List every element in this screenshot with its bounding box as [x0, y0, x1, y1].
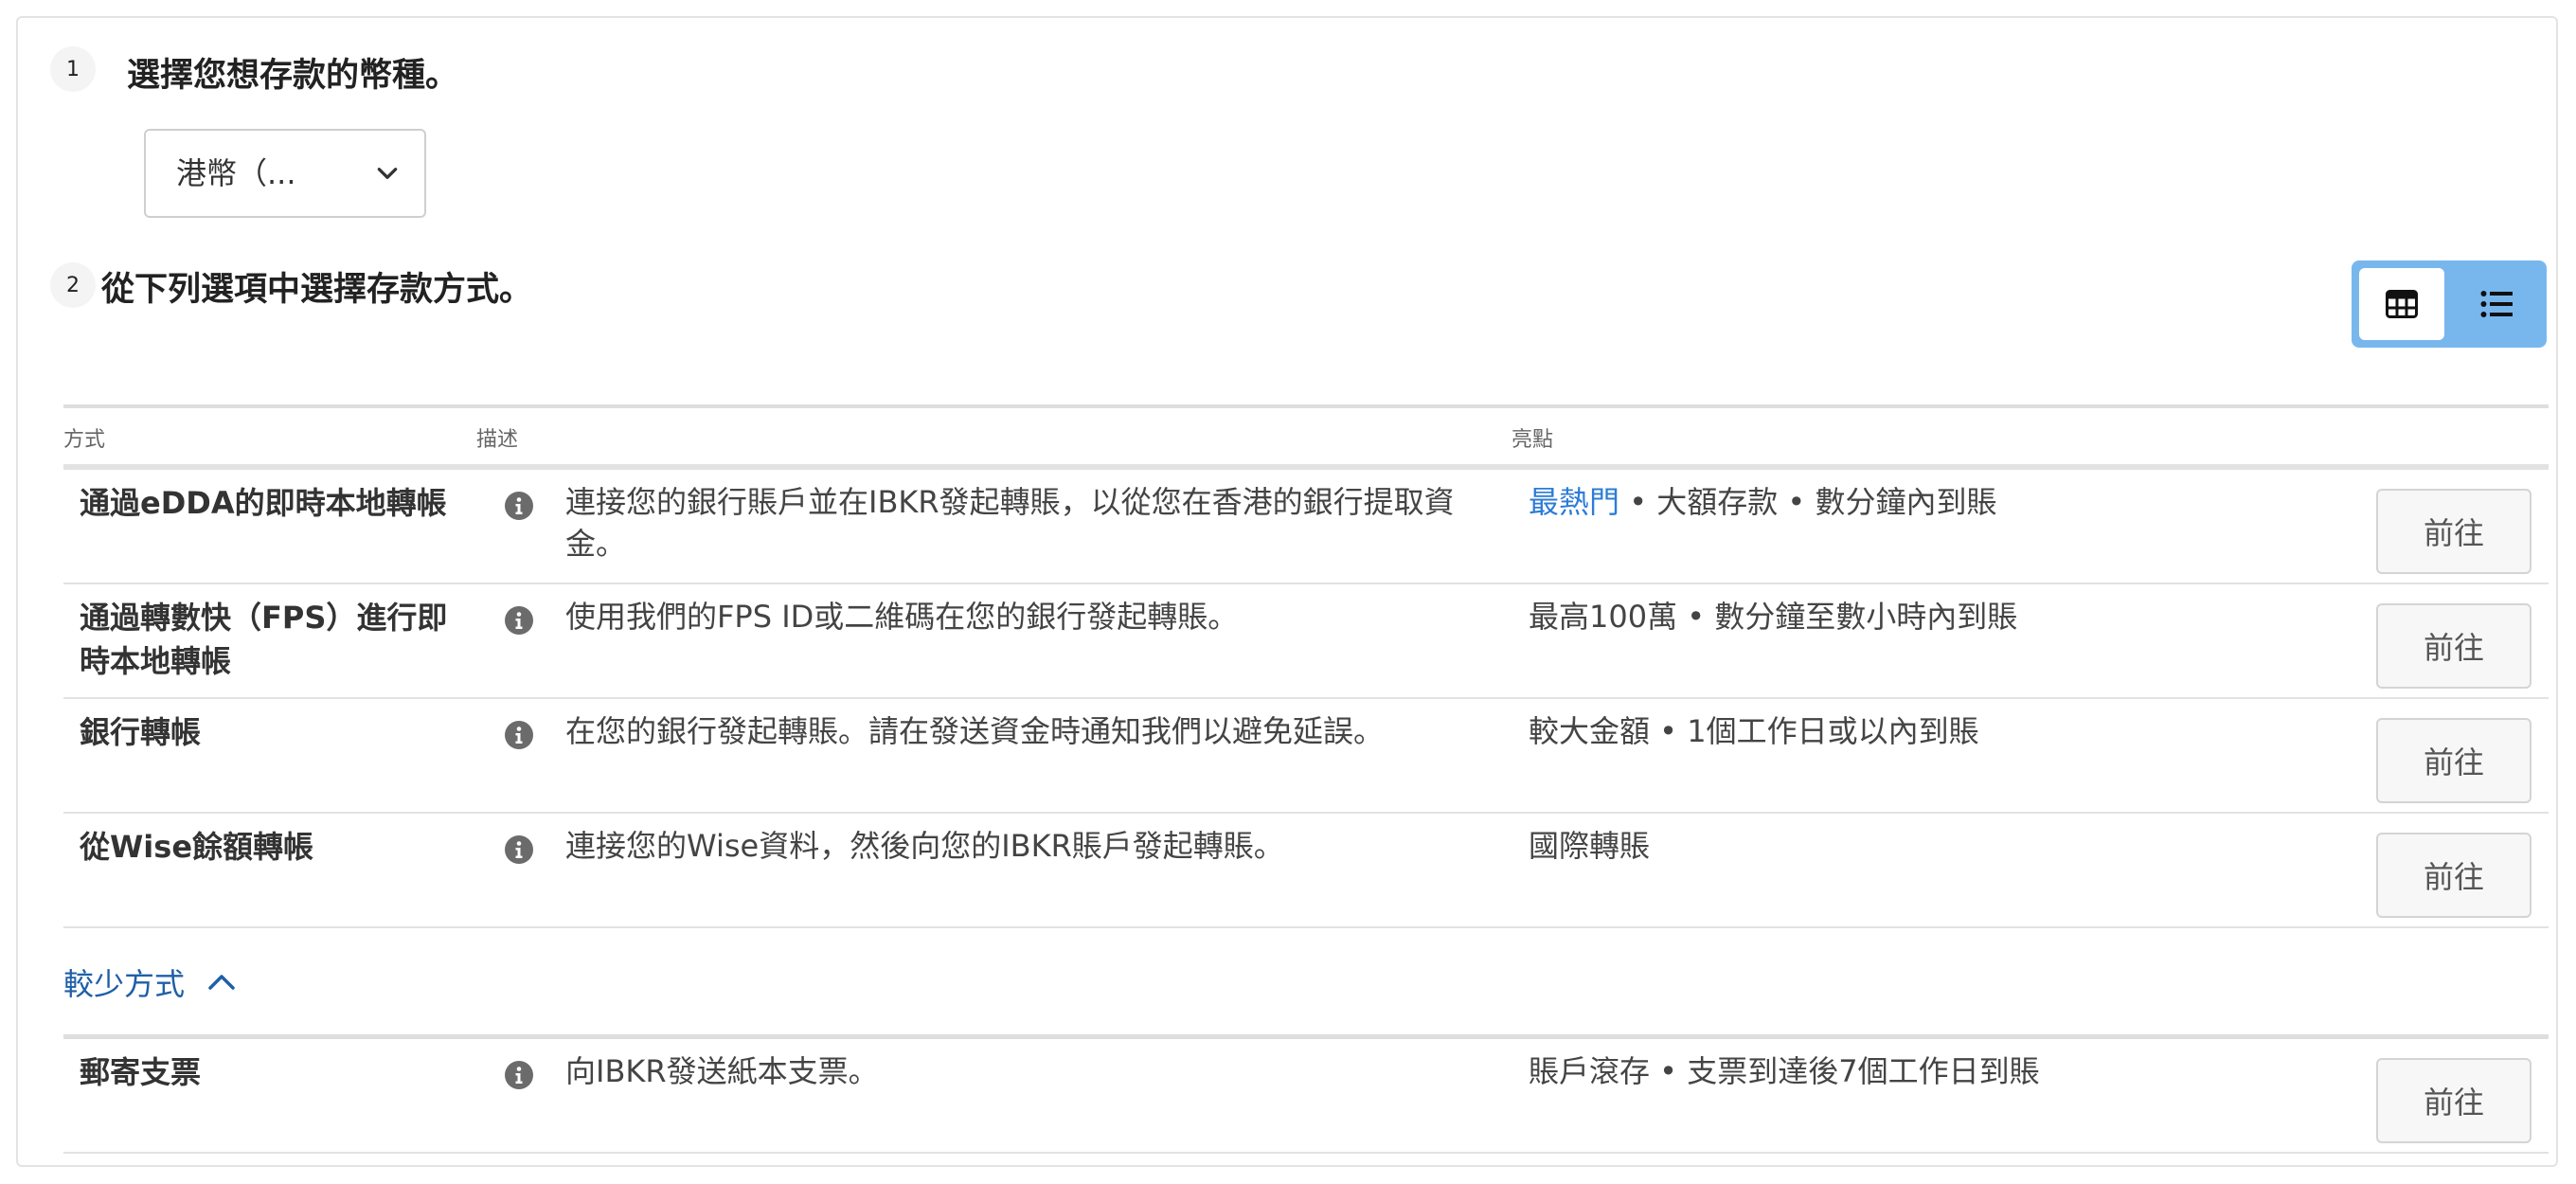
info-icon[interactable]	[504, 834, 534, 865]
method-description: 向IBKR發送紙本支票。	[565, 1053, 879, 1089]
method-highlights: 較大金額 • 1個工作日或以內到賬	[1529, 713, 1979, 749]
method-name: 通過eDDA的即時本地轉帳	[80, 485, 447, 521]
currency-select[interactable]: 港幣（...	[144, 129, 426, 218]
method-highlights: 最熱門 • 大額存款 • 數分鐘內到賬	[1529, 481, 2381, 523]
popular-tag: 最熱門	[1529, 484, 1620, 520]
list-view-icon	[2480, 291, 2513, 317]
method-name: 通過轉數快（FPS）進行即時本地轉帳	[80, 600, 448, 679]
method-description: 連接您的Wise資料，然後向您的IBKR賬戶發起轉賬。	[565, 828, 1284, 864]
method-name: 從Wise餘額轉帳	[80, 829, 314, 865]
fewer-methods-label: 較少方式	[63, 966, 186, 1002]
chevron-down-icon	[377, 168, 398, 179]
step-1-badge: 1	[50, 46, 96, 92]
go-button[interactable]: 前往	[2376, 833, 2531, 918]
method-name: 銀行轉帳	[80, 714, 202, 750]
go-button[interactable]: 前往	[2376, 489, 2531, 574]
currency-select-value: 港幣（...	[176, 155, 296, 191]
deposit-panel: 1 選擇您想存款的幣種。 港幣（... 2 從下列選項中選擇存款方式。 方式 描…	[16, 16, 2558, 1167]
info-icon[interactable]	[504, 605, 534, 636]
go-button[interactable]: 前往	[2376, 603, 2531, 689]
method-highlights: 賬戶滾存 • 支票到達後7個工作日到賬	[1529, 1053, 2040, 1089]
info-icon[interactable]	[504, 491, 534, 521]
method-description: 在您的銀行發起轉賬。請在發送資金時通知我們以避免延誤。	[565, 713, 1385, 749]
step-2-badge: 2	[50, 262, 96, 308]
table-row: 通過eDDA的即時本地轉帳 連接您的銀行賬戶並在IBKR發起轉賬，以從您在香港的…	[63, 470, 2549, 584]
step-2-title: 從下列選項中選擇存款方式。	[101, 271, 533, 309]
view-toggle	[2352, 260, 2547, 348]
column-header-description: 描述	[476, 428, 519, 452]
table-row: 銀行轉帳 在您的銀行發起轉賬。請在發送資金時通知我們以避免延誤。 較大金額 • …	[63, 699, 2549, 814]
method-name: 郵寄支票	[80, 1054, 202, 1090]
go-button[interactable]: 前往	[2376, 718, 2531, 803]
method-description: 連接您的銀行賬戶並在IBKR發起轉賬，以從您在香港的銀行提取資金。	[565, 484, 1455, 562]
grid-view-button[interactable]	[2359, 268, 2444, 340]
highlights-text: • 大額存款 • 數分鐘內到賬	[1619, 484, 1997, 520]
step-1-title: 選擇您想存款的幣種。	[127, 57, 459, 95]
method-highlights: 最高100萬 • 數分鐘至數小時內到賬	[1529, 599, 2018, 635]
method-description: 使用我們的FPS ID或二維碼在您的銀行發起轉賬。	[565, 599, 1239, 635]
method-highlights: 國際轉賬	[1529, 828, 1651, 864]
fewer-methods-toggle[interactable]: 較少方式	[63, 960, 236, 1004]
info-icon[interactable]	[504, 720, 534, 750]
table-row: 從Wise餘額轉帳 連接您的Wise資料，然後向您的IBKR賬戶發起轉賬。 國際…	[63, 814, 2549, 928]
grid-view-icon	[2386, 290, 2418, 318]
table-row: 通過轉數快（FPS）進行即時本地轉帳 使用我們的FPS ID或二維碼在您的銀行發…	[63, 584, 2549, 699]
column-header-highlights: 亮點	[1512, 428, 1554, 452]
info-icon[interactable]	[504, 1060, 534, 1090]
chevron-up-icon	[208, 975, 235, 990]
list-view-button[interactable]	[2454, 268, 2539, 340]
table-top-border	[63, 404, 2549, 408]
go-button[interactable]: 前往	[2376, 1058, 2531, 1143]
column-header-method: 方式	[63, 428, 106, 452]
table-row: 郵寄支票 向IBKR發送紙本支票。 賬戶滾存 • 支票到達後7個工作日到賬 前往	[63, 1039, 2549, 1154]
